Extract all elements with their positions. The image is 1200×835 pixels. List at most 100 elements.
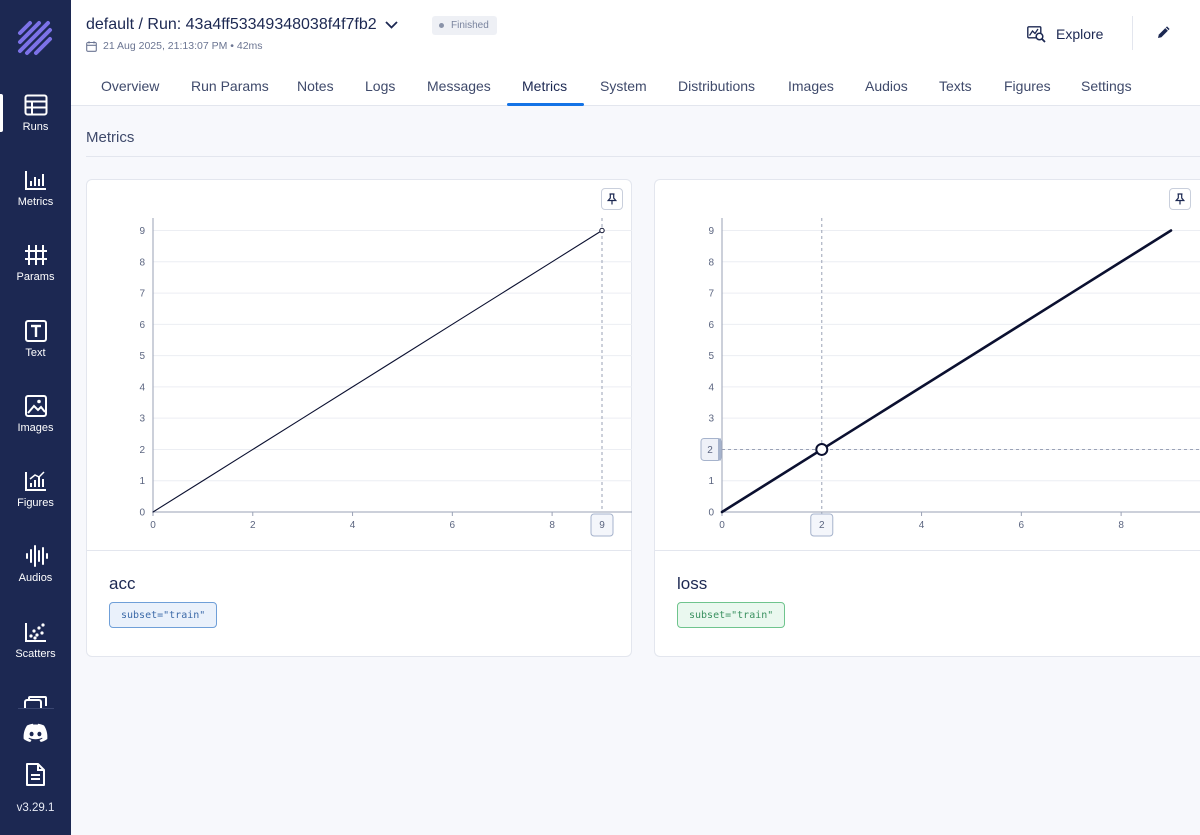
- series-line-loss: [720, 229, 1173, 514]
- x-tick-label: 4: [350, 520, 356, 531]
- sidebar-item-runs[interactable]: Runs: [0, 94, 71, 154]
- run-meta: 21 Aug 2025, 21:13:07 PM • 42ms: [86, 40, 263, 52]
- y-tick-label: 4: [139, 382, 145, 393]
- params-icon: [24, 245, 47, 265]
- cards-icon[interactable]: [24, 696, 48, 708]
- docs-icon[interactable]: [25, 762, 46, 787]
- sidebar-item-scatters[interactable]: Scatters: [0, 621, 71, 681]
- sidebar-item-audios[interactable]: Audios: [0, 545, 71, 605]
- y-tick-label: 1: [708, 476, 714, 487]
- x-tick-label: 8: [549, 520, 555, 531]
- run-label: Run:: [147, 16, 182, 33]
- breadcrumb-separator: /: [134, 16, 148, 33]
- x-tick-label: 6: [450, 520, 456, 531]
- tab-logs[interactable]: Logs: [365, 78, 395, 94]
- sidebar-item-label: Audios: [18, 572, 53, 584]
- table-icon: [24, 94, 47, 116]
- sidebar-item-label: Images: [17, 422, 54, 434]
- chevron-down-icon[interactable]: [385, 21, 398, 29]
- metric-chart-loss[interactable]: 01234567890246822: [655, 180, 1200, 550]
- hover-point: [815, 442, 829, 456]
- sidebar-item-metrics[interactable]: Metrics: [0, 169, 71, 229]
- sidebar-item-params[interactable]: Params: [0, 244, 71, 304]
- status-badge: Finished: [432, 16, 497, 35]
- tab-run-params[interactable]: Run Params: [191, 78, 269, 94]
- hover-point: [599, 227, 605, 234]
- tab-overview[interactable]: Overview: [101, 78, 159, 94]
- calendar-icon: [86, 40, 97, 52]
- y-tick-label: 5: [708, 351, 714, 362]
- context-chip[interactable]: subset="train": [677, 602, 786, 628]
- tab-audios[interactable]: Audios: [865, 78, 908, 94]
- meta-separator: •: [227, 40, 237, 52]
- card-divider: [655, 550, 1200, 551]
- sidebar-item-label: Figures: [17, 497, 54, 509]
- y-tick-label: 9: [139, 226, 145, 237]
- section-divider: [86, 156, 1200, 157]
- tab-notes[interactable]: Notes: [297, 78, 334, 94]
- y-tick-label: 7: [708, 289, 714, 300]
- tab-images[interactable]: Images: [788, 78, 834, 94]
- y-tick-label: 6: [708, 320, 714, 331]
- y-tick-label: 0: [708, 508, 714, 519]
- x-tick-label: 8: [1118, 520, 1124, 531]
- y-tick-label: 6: [139, 320, 145, 331]
- metric-chart-acc[interactable]: 0 1 2 3 4 5 6 7 8 9 0 2 4 6 8 9: [87, 180, 633, 550]
- pin-button[interactable]: [1169, 188, 1191, 210]
- active-tab-underline: [507, 103, 584, 106]
- explore-label: Explore: [1056, 26, 1104, 42]
- explore-button[interactable]: Explore: [1027, 21, 1103, 47]
- sidebar-item-label: Scatters: [15, 648, 56, 660]
- card-divider: [87, 550, 631, 551]
- tab-figures[interactable]: Figures: [1004, 78, 1051, 94]
- tab-system[interactable]: System: [600, 78, 647, 94]
- context-chip[interactable]: subset="train": [109, 602, 218, 628]
- y-tick-label: 2: [139, 445, 145, 456]
- metric-name: acc: [109, 574, 136, 593]
- audio-waveform-icon: [25, 545, 48, 567]
- hover-y-label: 2: [707, 445, 713, 456]
- sidebar-item-figures[interactable]: Figures: [0, 470, 71, 530]
- sidebar-divider: [18, 708, 54, 709]
- sidebar-item-label: Params: [16, 271, 55, 283]
- series-line-acc: [152, 229, 603, 513]
- tab-messages[interactable]: Messages: [427, 78, 491, 94]
- status-text: Finished: [451, 20, 489, 31]
- run-duration: 42ms: [236, 40, 263, 52]
- hover-x-label: 2: [819, 520, 825, 531]
- pin-button[interactable]: [601, 188, 623, 210]
- y-tick-label: 8: [708, 257, 714, 268]
- image-icon: [24, 395, 47, 417]
- y-tick-label: 3: [139, 414, 145, 425]
- tab-settings[interactable]: Settings: [1081, 78, 1132, 94]
- sidebar-item-label: Runs: [22, 121, 49, 133]
- sidebar-item-text[interactable]: Text: [0, 320, 71, 380]
- text-icon: [24, 320, 47, 342]
- hover-y-badge-accent: [718, 438, 721, 461]
- experiment-name[interactable]: default: [86, 16, 134, 34]
- aim-logo-icon[interactable]: [17, 20, 53, 56]
- run-hash: 43a4ff53349348038f4f7fb2: [185, 16, 377, 33]
- figures-icon: [24, 471, 46, 491]
- header-separator: [1132, 16, 1133, 50]
- tab-distributions[interactable]: Distributions: [678, 78, 755, 94]
- sidebar-item-images[interactable]: Images: [0, 395, 71, 455]
- y-tick-label: 4: [708, 382, 714, 393]
- tab-texts[interactable]: Texts: [939, 78, 972, 94]
- x-tick-label: 4: [919, 520, 925, 531]
- app-version: v3.29.1: [16, 802, 55, 814]
- status-dot: [439, 23, 444, 28]
- run-tabs: Overview Run Params Notes Logs Messages …: [71, 68, 1200, 106]
- y-tick-label: 5: [139, 351, 145, 362]
- hover-x-label: 9: [599, 520, 605, 531]
- tab-metrics[interactable]: Metrics: [522, 78, 567, 94]
- x-tick-label: 2: [250, 520, 256, 531]
- discord-icon[interactable]: [23, 723, 48, 742]
- section-title: Metrics: [86, 129, 135, 146]
- edit-pencil-icon[interactable]: [1156, 24, 1172, 40]
- y-tick-label: 3: [708, 414, 714, 425]
- run-title[interactable]: default / Run: 43a4ff53349348038f4f7fb2: [86, 16, 398, 34]
- metric-name: loss: [677, 574, 708, 593]
- pin-icon: [1175, 193, 1185, 205]
- explore-icon: [1027, 25, 1046, 43]
